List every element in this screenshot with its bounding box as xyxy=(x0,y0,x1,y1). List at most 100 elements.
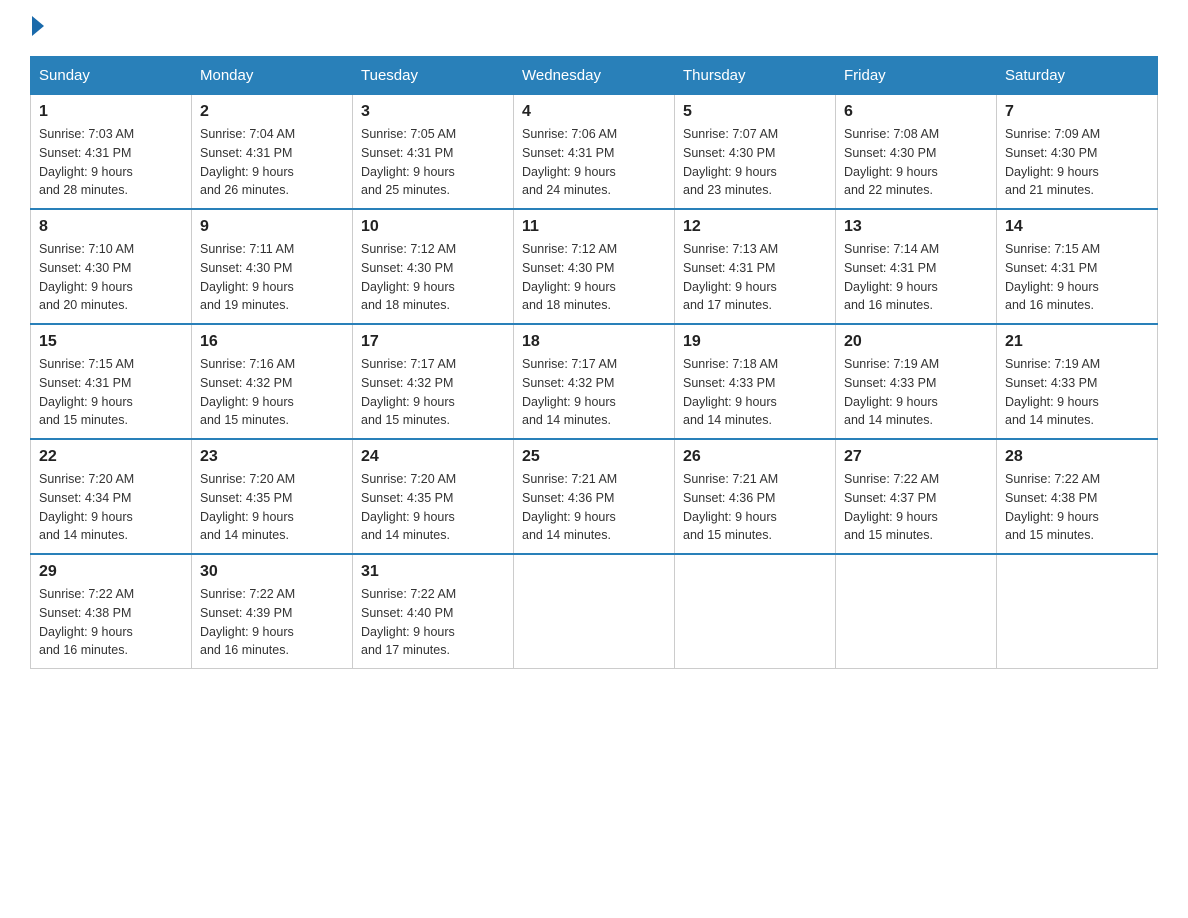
day-cell: 17 Sunrise: 7:17 AM Sunset: 4:32 PM Dayl… xyxy=(353,324,514,439)
header-cell-wednesday: Wednesday xyxy=(514,57,675,95)
day-number: 2 xyxy=(200,103,344,121)
day-cell: 31 Sunrise: 7:22 AM Sunset: 4:40 PM Dayl… xyxy=(353,554,514,669)
day-cell: 4 Sunrise: 7:06 AM Sunset: 4:31 PM Dayli… xyxy=(514,95,675,210)
day-info: Sunrise: 7:07 AM Sunset: 4:30 PM Dayligh… xyxy=(683,125,827,200)
day-cell: 27 Sunrise: 7:22 AM Sunset: 4:37 PM Dayl… xyxy=(836,439,997,554)
day-number: 5 xyxy=(683,103,827,121)
day-number: 21 xyxy=(1005,333,1149,351)
day-number: 27 xyxy=(844,448,988,466)
day-number: 7 xyxy=(1005,103,1149,121)
day-cell: 30 Sunrise: 7:22 AM Sunset: 4:39 PM Dayl… xyxy=(192,554,353,669)
day-info: Sunrise: 7:21 AM Sunset: 4:36 PM Dayligh… xyxy=(683,470,827,545)
day-info: Sunrise: 7:13 AM Sunset: 4:31 PM Dayligh… xyxy=(683,240,827,315)
day-number: 3 xyxy=(361,103,505,121)
day-info: Sunrise: 7:19 AM Sunset: 4:33 PM Dayligh… xyxy=(1005,355,1149,430)
header-cell-saturday: Saturday xyxy=(997,57,1158,95)
day-info: Sunrise: 7:11 AM Sunset: 4:30 PM Dayligh… xyxy=(200,240,344,315)
header-cell-tuesday: Tuesday xyxy=(353,57,514,95)
day-number: 31 xyxy=(361,563,505,581)
day-info: Sunrise: 7:15 AM Sunset: 4:31 PM Dayligh… xyxy=(1005,240,1149,315)
day-cell: 16 Sunrise: 7:16 AM Sunset: 4:32 PM Dayl… xyxy=(192,324,353,439)
day-number: 14 xyxy=(1005,218,1149,236)
week-row-2: 8 Sunrise: 7:10 AM Sunset: 4:30 PM Dayli… xyxy=(31,209,1158,324)
day-number: 29 xyxy=(39,563,183,581)
day-info: Sunrise: 7:17 AM Sunset: 4:32 PM Dayligh… xyxy=(522,355,666,430)
day-cell: 19 Sunrise: 7:18 AM Sunset: 4:33 PM Dayl… xyxy=(675,324,836,439)
day-cell: 9 Sunrise: 7:11 AM Sunset: 4:30 PM Dayli… xyxy=(192,209,353,324)
day-cell: 6 Sunrise: 7:08 AM Sunset: 4:30 PM Dayli… xyxy=(836,95,997,210)
week-row-5: 29 Sunrise: 7:22 AM Sunset: 4:38 PM Dayl… xyxy=(31,554,1158,669)
day-number: 15 xyxy=(39,333,183,351)
day-info: Sunrise: 7:22 AM Sunset: 4:40 PM Dayligh… xyxy=(361,585,505,660)
day-number: 4 xyxy=(522,103,666,121)
day-info: Sunrise: 7:20 AM Sunset: 4:35 PM Dayligh… xyxy=(200,470,344,545)
day-number: 16 xyxy=(200,333,344,351)
day-info: Sunrise: 7:22 AM Sunset: 4:39 PM Dayligh… xyxy=(200,585,344,660)
day-info: Sunrise: 7:19 AM Sunset: 4:33 PM Dayligh… xyxy=(844,355,988,430)
day-info: Sunrise: 7:18 AM Sunset: 4:33 PM Dayligh… xyxy=(683,355,827,430)
page-header xyxy=(30,20,1158,36)
calendar-table: SundayMondayTuesdayWednesdayThursdayFrid… xyxy=(30,56,1158,669)
day-number: 9 xyxy=(200,218,344,236)
day-info: Sunrise: 7:16 AM Sunset: 4:32 PM Dayligh… xyxy=(200,355,344,430)
day-cell: 20 Sunrise: 7:19 AM Sunset: 4:33 PM Dayl… xyxy=(836,324,997,439)
day-info: Sunrise: 7:17 AM Sunset: 4:32 PM Dayligh… xyxy=(361,355,505,430)
day-info: Sunrise: 7:20 AM Sunset: 4:35 PM Dayligh… xyxy=(361,470,505,545)
day-info: Sunrise: 7:22 AM Sunset: 4:37 PM Dayligh… xyxy=(844,470,988,545)
day-info: Sunrise: 7:22 AM Sunset: 4:38 PM Dayligh… xyxy=(1005,470,1149,545)
day-number: 23 xyxy=(200,448,344,466)
day-number: 20 xyxy=(844,333,988,351)
day-number: 6 xyxy=(844,103,988,121)
day-number: 19 xyxy=(683,333,827,351)
day-number: 24 xyxy=(361,448,505,466)
day-cell: 15 Sunrise: 7:15 AM Sunset: 4:31 PM Dayl… xyxy=(31,324,192,439)
day-info: Sunrise: 7:14 AM Sunset: 4:31 PM Dayligh… xyxy=(844,240,988,315)
day-info: Sunrise: 7:15 AM Sunset: 4:31 PM Dayligh… xyxy=(39,355,183,430)
day-cell: 11 Sunrise: 7:12 AM Sunset: 4:30 PM Dayl… xyxy=(514,209,675,324)
day-number: 25 xyxy=(522,448,666,466)
logo-arrow-icon xyxy=(32,16,44,36)
day-info: Sunrise: 7:04 AM Sunset: 4:31 PM Dayligh… xyxy=(200,125,344,200)
day-cell: 23 Sunrise: 7:20 AM Sunset: 4:35 PM Dayl… xyxy=(192,439,353,554)
week-row-4: 22 Sunrise: 7:20 AM Sunset: 4:34 PM Dayl… xyxy=(31,439,1158,554)
week-row-1: 1 Sunrise: 7:03 AM Sunset: 4:31 PM Dayli… xyxy=(31,95,1158,210)
day-number: 11 xyxy=(522,218,666,236)
header-cell-friday: Friday xyxy=(836,57,997,95)
day-cell: 3 Sunrise: 7:05 AM Sunset: 4:31 PM Dayli… xyxy=(353,95,514,210)
day-cell: 25 Sunrise: 7:21 AM Sunset: 4:36 PM Dayl… xyxy=(514,439,675,554)
day-cell: 5 Sunrise: 7:07 AM Sunset: 4:30 PM Dayli… xyxy=(675,95,836,210)
day-number: 22 xyxy=(39,448,183,466)
day-cell: 22 Sunrise: 7:20 AM Sunset: 4:34 PM Dayl… xyxy=(31,439,192,554)
day-cell: 10 Sunrise: 7:12 AM Sunset: 4:30 PM Dayl… xyxy=(353,209,514,324)
day-cell: 26 Sunrise: 7:21 AM Sunset: 4:36 PM Dayl… xyxy=(675,439,836,554)
day-cell: 1 Sunrise: 7:03 AM Sunset: 4:31 PM Dayli… xyxy=(31,95,192,210)
day-number: 10 xyxy=(361,218,505,236)
day-cell: 29 Sunrise: 7:22 AM Sunset: 4:38 PM Dayl… xyxy=(31,554,192,669)
day-number: 13 xyxy=(844,218,988,236)
day-cell: 7 Sunrise: 7:09 AM Sunset: 4:30 PM Dayli… xyxy=(997,95,1158,210)
header-cell-sunday: Sunday xyxy=(31,57,192,95)
day-number: 28 xyxy=(1005,448,1149,466)
day-cell: 24 Sunrise: 7:20 AM Sunset: 4:35 PM Dayl… xyxy=(353,439,514,554)
day-number: 26 xyxy=(683,448,827,466)
day-info: Sunrise: 7:06 AM Sunset: 4:31 PM Dayligh… xyxy=(522,125,666,200)
calendar-body: 1 Sunrise: 7:03 AM Sunset: 4:31 PM Dayli… xyxy=(31,95,1158,669)
day-info: Sunrise: 7:21 AM Sunset: 4:36 PM Dayligh… xyxy=(522,470,666,545)
day-cell: 12 Sunrise: 7:13 AM Sunset: 4:31 PM Dayl… xyxy=(675,209,836,324)
day-number: 30 xyxy=(200,563,344,581)
day-cell: 28 Sunrise: 7:22 AM Sunset: 4:38 PM Dayl… xyxy=(997,439,1158,554)
day-info: Sunrise: 7:12 AM Sunset: 4:30 PM Dayligh… xyxy=(361,240,505,315)
day-number: 8 xyxy=(39,218,183,236)
calendar-header: SundayMondayTuesdayWednesdayThursdayFrid… xyxy=(31,57,1158,95)
day-info: Sunrise: 7:10 AM Sunset: 4:30 PM Dayligh… xyxy=(39,240,183,315)
week-row-3: 15 Sunrise: 7:15 AM Sunset: 4:31 PM Dayl… xyxy=(31,324,1158,439)
day-cell: 21 Sunrise: 7:19 AM Sunset: 4:33 PM Dayl… xyxy=(997,324,1158,439)
day-cell: 13 Sunrise: 7:14 AM Sunset: 4:31 PM Dayl… xyxy=(836,209,997,324)
day-info: Sunrise: 7:20 AM Sunset: 4:34 PM Dayligh… xyxy=(39,470,183,545)
day-number: 1 xyxy=(39,103,183,121)
day-cell: 14 Sunrise: 7:15 AM Sunset: 4:31 PM Dayl… xyxy=(997,209,1158,324)
day-cell xyxy=(997,554,1158,669)
day-info: Sunrise: 7:22 AM Sunset: 4:38 PM Dayligh… xyxy=(39,585,183,660)
day-info: Sunrise: 7:09 AM Sunset: 4:30 PM Dayligh… xyxy=(1005,125,1149,200)
header-cell-monday: Monday xyxy=(192,57,353,95)
